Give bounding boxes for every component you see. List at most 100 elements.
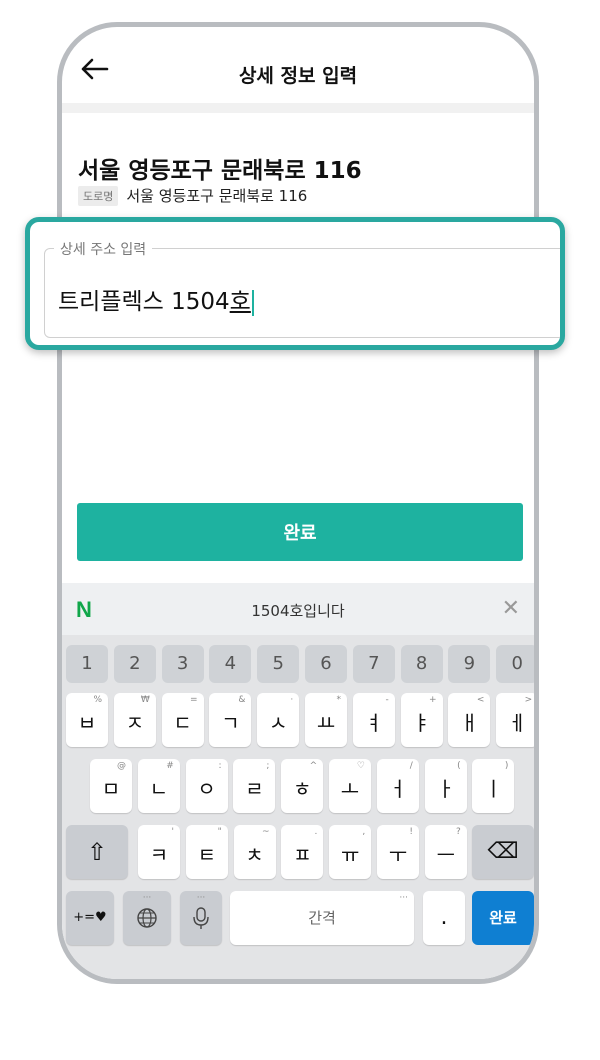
letter-key-label: ㅕ: [364, 711, 383, 735]
letter-key[interactable]: ㅜ!: [377, 825, 419, 879]
detail-address-field[interactable]: 상세 주소 입력 트리플렉스 1504호: [25, 217, 565, 350]
letter-key[interactable]: ㅈ ₩: [113, 693, 156, 747]
shift-key[interactable]: ⇧: [66, 825, 128, 879]
letter-key-label: ㅐ: [460, 711, 479, 735]
key-hint: /: [409, 761, 413, 771]
letter-key[interactable]: ㄷ =: [161, 693, 204, 747]
letter-key[interactable]: ㅗ ♡: [329, 759, 371, 813]
letter-key[interactable]: ㅡ?: [424, 825, 467, 879]
number-key-1[interactable]: 1: [66, 645, 108, 683]
key-hint: -: [385, 695, 389, 705]
letter-key-label: ㅓ: [388, 777, 407, 801]
number-key-5-label: 5: [272, 653, 284, 674]
keyboard: N 1504호입니다 ✕ 1 2 3 4 5 6 7 8 9 0 ㅂ% ㅈ ₩ ㄷ = ㄱ & ㅅ · ㅛ * ㅕ - ㅑ + ㅐ…: [62, 583, 534, 979]
key-hint: .: [314, 827, 318, 837]
period-key-label: .: [440, 905, 448, 930]
key-hint: &: [238, 695, 246, 705]
letter-key-label: ㄹ: [245, 777, 264, 801]
letter-key[interactable]: ㅁ @: [90, 759, 132, 813]
done-key-label: 완료: [489, 909, 517, 927]
number-key-8[interactable]: 8: [400, 645, 443, 683]
microphone-icon[interactable]: ···: [180, 891, 222, 945]
key-hint: +: [429, 695, 437, 705]
letter-key[interactable]: ㅑ +: [400, 693, 443, 747]
key-hint: %: [93, 695, 102, 705]
number-key-5[interactable]: 5: [257, 645, 300, 683]
letter-key[interactable]: ㅎ ^: [281, 759, 324, 813]
letter-key[interactable]: ㅋ ': [138, 825, 180, 879]
language-globe-icon[interactable]: ···: [123, 891, 171, 945]
app-header: 상세 정보 입력: [62, 27, 534, 103]
globe-icon: [137, 908, 157, 928]
letter-key-label: ㅡ: [436, 843, 455, 867]
key-hint: ···: [196, 893, 206, 903]
letter-key[interactable]: ㄹ;: [233, 759, 276, 813]
letter-key[interactable]: ㅂ%: [66, 693, 108, 747]
letter-key-label: ㅣ: [484, 777, 503, 801]
letter-key[interactable]: ㅠ,: [329, 825, 372, 879]
number-key-8-label: 8: [415, 653, 428, 674]
key-hint: #: [166, 761, 174, 771]
letter-key[interactable]: ㄴ #: [137, 759, 180, 813]
letter-key-label: ㄴ: [149, 777, 168, 801]
composing-char: 호: [229, 289, 251, 315]
letter-key[interactable]: ㅛ *: [305, 693, 347, 747]
number-key-4[interactable]: 4: [209, 645, 252, 683]
road-address-row: 도로명 서울 영등포구 문래북로 116: [78, 185, 307, 206]
key-hint: ;: [266, 761, 270, 771]
detail-address-input[interactable]: 트리플렉스 1504호: [58, 282, 254, 316]
key-hint: ": [217, 827, 222, 837]
key-hint: (: [457, 761, 461, 771]
number-key-6[interactable]: 6: [305, 645, 347, 683]
letter-key-label: ㅅ: [268, 711, 288, 735]
number-key-3-label: 3: [176, 653, 189, 674]
letter-key[interactable]: ㅏ(: [424, 759, 467, 813]
letter-key-label: ㅈ: [125, 711, 144, 735]
period-key[interactable]: .: [423, 891, 465, 945]
number-key-9[interactable]: 9: [448, 645, 491, 683]
number-key-2[interactable]: 2: [113, 645, 156, 683]
letter-key[interactable]: ㅅ ·: [257, 693, 300, 747]
number-key-7[interactable]: 7: [352, 645, 395, 683]
done-key[interactable]: 완료: [472, 891, 534, 945]
letter-key[interactable]: ㅓ /: [376, 759, 419, 813]
number-key-0[interactable]: 0: [496, 645, 534, 683]
letter-key[interactable]: ㄱ &: [209, 693, 252, 747]
letter-key[interactable]: ㅔ >: [496, 693, 534, 747]
backspace-key[interactable]: ⌫: [472, 825, 534, 879]
letter-key-label: ㅇ: [197, 777, 216, 801]
suggestion-bar: N 1504호입니다 ✕: [62, 583, 534, 635]
letter-key-label: ㅁ: [101, 777, 121, 801]
key-hint: *: [336, 695, 342, 705]
letter-key-label: ㅍ: [293, 843, 312, 867]
key-hint: <: [476, 695, 485, 705]
letter-key-label: ㅗ: [340, 777, 360, 801]
road-tag-badge: 도로명: [78, 185, 119, 206]
number-key-6-label: 6: [320, 653, 332, 674]
key-hint: ♡: [356, 761, 365, 771]
letter-key[interactable]: ㅌ ": [185, 825, 228, 879]
suggestion-word[interactable]: 1504호입니다: [62, 600, 534, 621]
close-icon[interactable]: ✕: [502, 596, 520, 621]
key-hint: ': [171, 827, 174, 837]
key-hint: ): [504, 761, 509, 771]
symbols-key[interactable]: +=♥: [66, 891, 114, 945]
key-hint: ···: [399, 893, 408, 903]
key-hint: ·: [290, 695, 294, 705]
space-key[interactable]: 간격 ···: [230, 891, 414, 945]
key-hint: !: [409, 827, 413, 837]
letter-key[interactable]: ㅕ-: [352, 693, 395, 747]
address-main: 서울 영등포구 문래북로 116: [78, 158, 362, 184]
number-key-1-label: 1: [81, 653, 93, 674]
mic-glyph: [193, 907, 209, 929]
letter-key[interactable]: ㅐ <: [448, 693, 491, 747]
letter-key[interactable]: ㅍ.: [281, 825, 324, 879]
letter-key[interactable]: ㅊ ~: [233, 825, 276, 879]
letter-key[interactable]: ㅇ:: [185, 759, 228, 813]
letter-key-label: ㅊ: [245, 843, 264, 867]
key-hint: =: [190, 695, 198, 705]
number-key-3[interactable]: 3: [161, 645, 204, 683]
letter-key-label: ㅛ: [316, 711, 336, 735]
letter-key[interactable]: ㅣ): [472, 759, 515, 813]
complete-button[interactable]: 완료: [77, 503, 523, 561]
